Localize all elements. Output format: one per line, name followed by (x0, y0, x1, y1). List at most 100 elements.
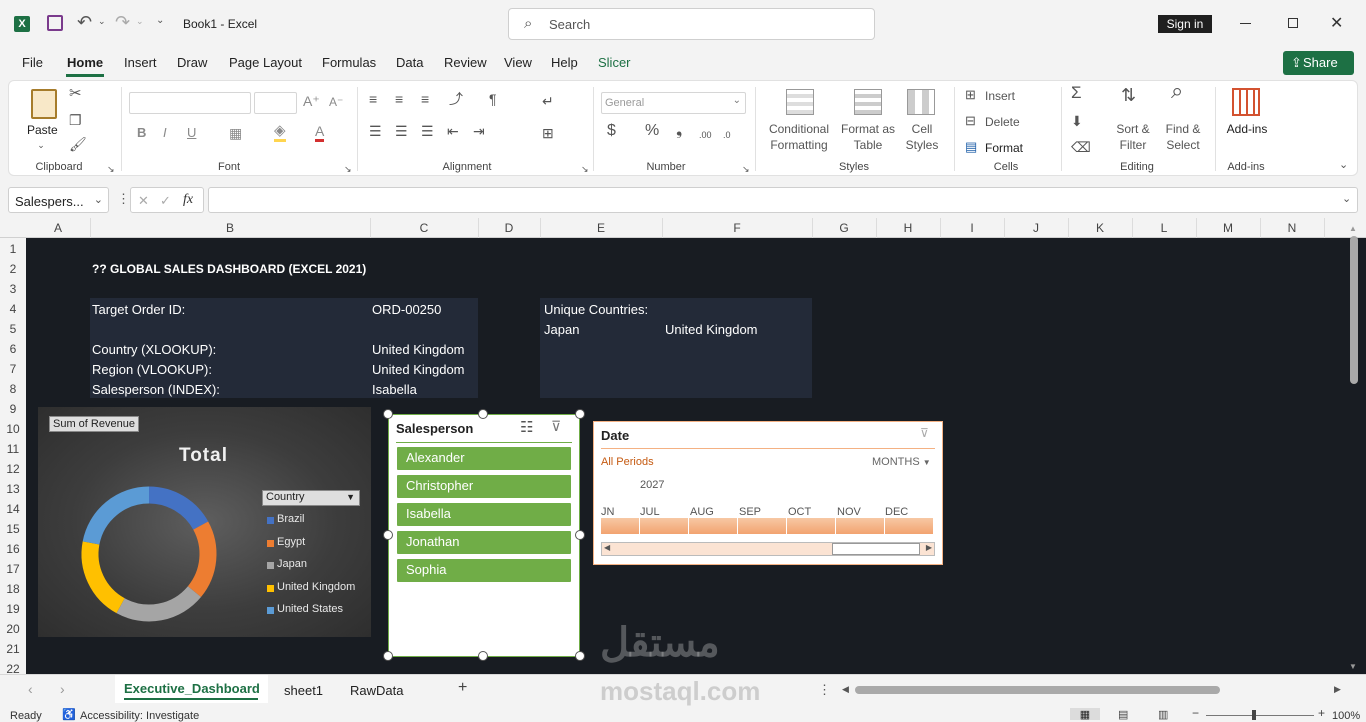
enter-icon[interactable]: ✓ (160, 193, 171, 209)
row-header[interactable]: 16 (0, 542, 26, 556)
autosum-icon[interactable]: Σ (1071, 84, 1082, 101)
sort-filter-button[interactable]: Sort & Filter (1113, 121, 1153, 153)
row-header[interactable]: 20 (0, 622, 26, 636)
sum-of-revenue-field-button[interactable]: Sum of Revenue (49, 416, 139, 432)
undo-dropdown-icon[interactable]: ⌄ (98, 16, 106, 27)
increase-indent-icon[interactable]: ⇥ (473, 123, 485, 139)
row-header[interactable]: 12 (0, 462, 26, 476)
wrap-text-icon[interactable]: ↵ (542, 93, 554, 109)
row-header[interactable]: 11 (0, 442, 26, 456)
font-size-box[interactable] (254, 92, 297, 114)
multi-select-icon[interactable]: ☷ (520, 418, 533, 436)
tab-split-handle-icon[interactable]: ⋮ (818, 682, 831, 698)
resize-handle[interactable] (478, 651, 488, 661)
row-header[interactable]: 21 (0, 642, 26, 656)
next-sheet-icon[interactable]: › (60, 681, 65, 697)
timeline-period-nov[interactable] (836, 518, 884, 534)
italic-icon[interactable]: I (163, 125, 167, 141)
scroll-left-icon[interactable]: ◀ (842, 684, 849, 695)
close-icon[interactable]: ✕ (1330, 13, 1343, 33)
column-header-g[interactable]: G (812, 221, 876, 235)
paste-icon[interactable] (31, 89, 57, 119)
row-header[interactable]: 2 (0, 262, 26, 276)
tab-page-layout[interactable]: Page Layout (229, 55, 302, 70)
scroll-up-icon[interactable]: ▲ (1349, 224, 1357, 233)
row-header[interactable]: 6 (0, 342, 26, 356)
timeline-scroll-right-icon[interactable]: ▶ (926, 543, 932, 552)
resize-handle[interactable] (383, 409, 393, 419)
number-launcher-icon[interactable]: ↘ (742, 161, 750, 177)
add-ins-button[interactable]: Add-ins (1221, 121, 1273, 137)
add-sheet-icon[interactable]: + (458, 679, 467, 697)
legend-item-united-states[interactable]: United States (277, 603, 343, 615)
redo-dropdown-icon[interactable]: ⌄ (136, 16, 144, 27)
minimize-icon[interactable] (1240, 23, 1251, 24)
delete-cells-button[interactable]: Delete (985, 114, 1020, 130)
more-options-icon[interactable]: ⋮ (117, 191, 130, 207)
country-lookup-value[interactable]: United Kingdom (372, 342, 465, 357)
row-header[interactable]: 19 (0, 602, 26, 616)
collapse-ribbon-icon[interactable]: ⌄ (1339, 157, 1348, 173)
accounting-format-icon[interactable]: $ (607, 123, 616, 139)
vertical-scroll-thumb[interactable] (1350, 236, 1358, 384)
clipboard-launcher-icon[interactable]: ↘ (107, 161, 115, 177)
slicer-item-sophia[interactable]: Sophia (397, 559, 571, 582)
column-header-m[interactable]: M (1196, 221, 1260, 235)
cancel-icon[interactable]: ✕ (138, 193, 149, 209)
page-break-view-icon[interactable]: ▥ (1158, 708, 1168, 721)
timeline-scroll-thumb[interactable] (832, 543, 920, 555)
time-level-dropdown[interactable]: MONTHS ▼ (872, 456, 931, 468)
resize-handle[interactable] (478, 409, 488, 419)
expand-formula-icon[interactable]: ⌄ (1342, 192, 1351, 205)
row-header[interactable]: 9 (0, 402, 26, 416)
legend-item-united-kingdom[interactable]: United Kingdom (277, 581, 355, 593)
timeline-clear-filter-icon[interactable]: ⊽ (920, 426, 929, 440)
row-header[interactable]: 7 (0, 362, 26, 376)
select-all-corner[interactable] (0, 218, 26, 238)
sheet-tab-sheet1[interactable]: sheet1 (284, 683, 323, 698)
resize-handle[interactable] (383, 651, 393, 661)
format-cells-button[interactable]: Format (985, 140, 1023, 156)
salesperson-lookup-value[interactable]: Isabella (372, 382, 417, 397)
format-as-table-icon[interactable] (854, 89, 882, 115)
search-box[interactable]: ⌕ Search (508, 8, 875, 40)
rtl-icon[interactable]: ¶ (489, 91, 497, 107)
column-header-j[interactable]: J (1004, 221, 1068, 235)
insert-function-button[interactable]: fx (183, 192, 193, 208)
underline-icon[interactable]: U (187, 125, 196, 141)
paste-dropdown-icon[interactable]: ⌄ (36, 137, 46, 153)
timeline-period-sep[interactable] (738, 518, 786, 534)
timeline-period-jun[interactable] (601, 518, 639, 534)
zoom-level[interactable]: 100% (1332, 710, 1360, 722)
clear-icon[interactable]: ⌫ (1071, 139, 1091, 155)
cell-styles-icon[interactable] (907, 89, 935, 115)
zoom-slider-thumb[interactable] (1252, 710, 1256, 720)
tab-review[interactable]: Review (444, 55, 487, 70)
align-center-icon[interactable]: ☰ (395, 123, 408, 139)
column-header-a[interactable]: A (26, 221, 90, 235)
resize-handle[interactable] (575, 530, 585, 540)
region-lookup-label[interactable]: Region (VLOOKUP): (92, 362, 212, 377)
country-lookup-label[interactable]: Country (XLOOKUP): (92, 342, 216, 357)
column-header-l[interactable]: L (1132, 221, 1196, 235)
slicer-item-christopher[interactable]: Christopher (397, 475, 571, 498)
font-name-box[interactable] (129, 92, 251, 114)
grow-font-icon[interactable]: A⁺ (303, 93, 320, 109)
insert-cells-button[interactable]: Insert (985, 88, 1015, 104)
slicer-item-isabella[interactable]: Isabella (397, 503, 571, 526)
merge-center-icon[interactable]: ⊞ (542, 125, 554, 141)
row-header[interactable]: 10 (0, 422, 26, 436)
pivot-chart[interactable]: Sum of Revenue Total Country ▼ Brazil Egy… (38, 407, 371, 637)
row-header[interactable]: 14 (0, 502, 26, 516)
clear-filter-icon[interactable]: ⊽ (551, 418, 561, 435)
scroll-down-icon[interactable]: ▼ (1349, 662, 1357, 671)
row-header[interactable]: 13 (0, 482, 26, 496)
slicer-item-jonathan[interactable]: Jonathan (397, 531, 571, 554)
row-header[interactable]: 8 (0, 382, 26, 396)
donut-slice-japan[interactable] (116, 585, 202, 622)
delete-cells-icon[interactable]: ⊟ (965, 113, 976, 129)
region-lookup-value[interactable]: United Kingdom (372, 362, 465, 377)
align-bottom-icon[interactable]: ≡ (421, 91, 429, 107)
legend-item-brazil[interactable]: Brazil (277, 513, 305, 525)
legend-item-japan[interactable]: Japan (277, 558, 307, 570)
